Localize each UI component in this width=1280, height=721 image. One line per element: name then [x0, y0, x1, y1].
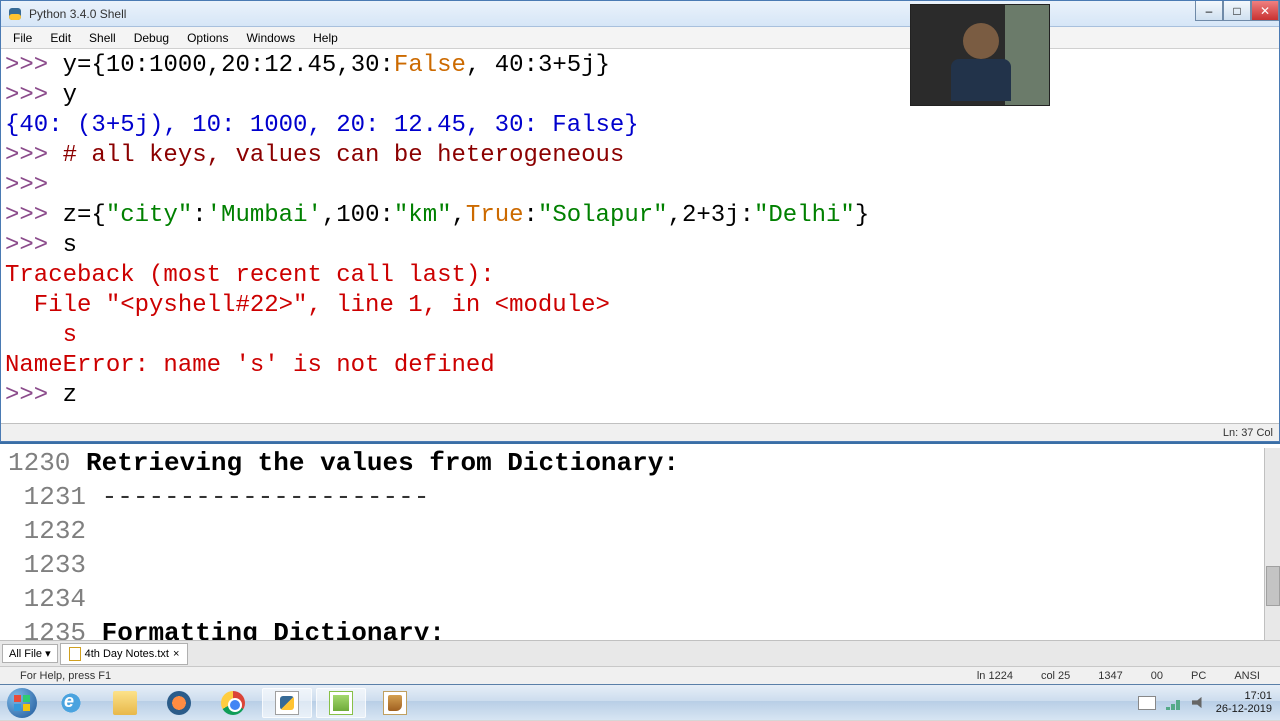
- editor-line: Retrieving the values from Dictionary:: [86, 448, 679, 478]
- status-ansi: ANSI: [1234, 670, 1260, 682]
- shell-cursor-position: Ln: 37 Col: [1223, 427, 1273, 439]
- menu-debug[interactable]: Debug: [126, 29, 177, 47]
- status-pc: PC: [1191, 670, 1206, 682]
- menu-edit[interactable]: Edit: [42, 29, 79, 47]
- editor-scrollbar[interactable]: [1264, 448, 1280, 642]
- network-icon[interactable]: [1166, 696, 1182, 710]
- traceback-line: NameError: name 's' is not defined: [5, 352, 495, 379]
- system-tray[interactable]: 17:01 26-12-2019: [1130, 690, 1280, 716]
- shell-output: {40: (3+5j), 10: 1000, 20: 12.45, 30: Fa…: [5, 112, 639, 139]
- document-tab[interactable]: 4th Day Notes.txt ×: [60, 643, 189, 665]
- windows-logo-icon: [7, 688, 37, 718]
- folder-icon: [113, 691, 137, 715]
- editor-line: ---------------------: [102, 482, 430, 512]
- start-button[interactable]: [0, 685, 44, 721]
- menu-windows[interactable]: Windows: [238, 29, 303, 47]
- paint-icon: [383, 691, 407, 715]
- taskbar-explorer[interactable]: [100, 688, 150, 718]
- status-sel: 1347: [1098, 670, 1122, 682]
- line-number: 1230: [8, 448, 70, 478]
- menu-options[interactable]: Options: [179, 29, 236, 47]
- traceback-line: s: [5, 322, 77, 349]
- scrollbar-thumb[interactable]: [1266, 566, 1280, 606]
- status-zero: 00: [1151, 670, 1163, 682]
- taskbar[interactable]: 17:01 26-12-2019: [0, 684, 1280, 720]
- menu-file[interactable]: File: [5, 29, 40, 47]
- editor-text-area[interactable]: 1230 Retrieving the values from Dictiona…: [0, 444, 1280, 668]
- tab-label: 4th Day Notes.txt: [85, 648, 169, 660]
- shell-comment: # all keys, values can be heterogeneous: [63, 142, 625, 169]
- menu-bar: File Edit Shell Debug Options Windows He…: [1, 27, 1279, 49]
- traceback-line: File "<pyshell#22>", line 1, in <module>: [5, 292, 610, 319]
- status-help: For Help, press F1: [20, 670, 111, 682]
- action-center-icon[interactable]: [1138, 696, 1156, 710]
- taskbar-chrome[interactable]: [208, 688, 258, 718]
- python-icon: [7, 6, 23, 22]
- clock-time: 17:01: [1216, 690, 1272, 703]
- window-title: Python 3.4.0 Shell: [29, 7, 1273, 21]
- ie-icon: [59, 691, 83, 715]
- chrome-icon: [221, 691, 245, 715]
- editor-tab-bar: All File ▾ 4th Day Notes.txt ×: [0, 640, 1280, 666]
- editor-status-bar: For Help, press F1 ln 1224 col 25 1347 0…: [0, 666, 1280, 684]
- line-number: 1233: [24, 550, 86, 580]
- document-icon: [69, 647, 81, 661]
- notepad-icon: [329, 691, 353, 715]
- taskbar-media-player[interactable]: [154, 688, 204, 718]
- status-col: col 25: [1041, 670, 1070, 682]
- shell-text-area[interactable]: >>> y={10:1000,20:12.45,30:False, 40:3+5…: [1, 49, 1279, 423]
- menu-help[interactable]: Help: [305, 29, 346, 47]
- media-player-icon: [167, 691, 191, 715]
- tab-close-icon[interactable]: ×: [173, 648, 179, 660]
- volume-icon[interactable]: [1192, 696, 1206, 710]
- clock-date: 26-12-2019: [1216, 703, 1272, 716]
- maximize-button[interactable]: □: [1223, 1, 1251, 21]
- webcam-overlay: [910, 4, 1050, 106]
- notepad-window: 1230 Retrieving the values from Dictiona…: [0, 442, 1280, 668]
- traceback-line: Traceback (most recent call last):: [5, 262, 495, 289]
- line-number: 1232: [24, 516, 86, 546]
- taskbar-notepad[interactable]: [316, 688, 366, 718]
- line-number: 1234: [24, 584, 86, 614]
- taskbar-python[interactable]: [262, 688, 312, 718]
- taskbar-paint[interactable]: [370, 688, 420, 718]
- close-button[interactable]: ✕: [1251, 1, 1279, 21]
- clock[interactable]: 17:01 26-12-2019: [1216, 690, 1272, 716]
- minimize-button[interactable]: –: [1195, 1, 1223, 21]
- menu-shell[interactable]: Shell: [81, 29, 124, 47]
- file-filter-dropdown[interactable]: All File ▾: [2, 644, 58, 663]
- title-bar[interactable]: Python 3.4.0 Shell: [1, 1, 1279, 27]
- status-line: ln 1224: [977, 670, 1013, 682]
- taskbar-ie[interactable]: [46, 688, 96, 718]
- python-icon: [275, 691, 299, 715]
- python-shell-window: Python 3.4.0 Shell – □ ✕ File Edit Shell…: [0, 0, 1280, 442]
- line-number: 1231: [24, 482, 86, 512]
- shell-status-bar: Ln: 37 Col: [1, 423, 1279, 441]
- window-controls: – □ ✕: [1195, 1, 1279, 21]
